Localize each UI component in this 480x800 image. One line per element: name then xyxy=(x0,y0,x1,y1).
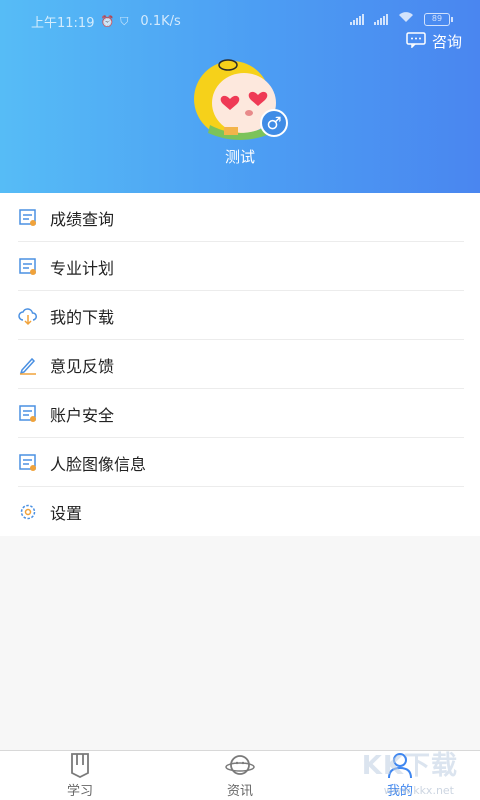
document-icon xyxy=(18,453,38,473)
network-speed: 0.1K/s xyxy=(140,14,181,29)
battery-level: 89 xyxy=(431,13,443,23)
menu-label-settings: 设置 xyxy=(50,503,83,523)
wifi-icon xyxy=(398,11,414,27)
menu-label-downloads: 我的下载 xyxy=(50,307,115,327)
user-icon xyxy=(385,751,415,779)
alarm-icon: ⏰ xyxy=(100,15,115,28)
menu-item-feedback[interactable]: 意见反馈 xyxy=(0,340,480,389)
planet-icon xyxy=(225,751,255,779)
tab-label-mine: 我的 xyxy=(386,784,413,799)
menu-label-face-image: 人脸图像信息 xyxy=(50,454,147,474)
shield-status-icon: ⛉ xyxy=(120,14,129,28)
book-icon xyxy=(65,751,95,779)
bottom-tab-bar: 学习 资讯 我的 xyxy=(0,750,480,800)
consult-button[interactable]: 咨询 xyxy=(406,31,462,52)
document-icon xyxy=(18,404,38,424)
menu-label-account-security: 账户安全 xyxy=(50,405,115,425)
cloud-download-icon xyxy=(18,306,38,326)
menu-item-major-plan[interactable]: 专业计划 xyxy=(0,242,480,291)
signal-icon-2 xyxy=(374,13,388,25)
signal-icon xyxy=(350,13,364,25)
pencil-icon xyxy=(18,355,38,375)
menu-item-account-security[interactable]: 账户安全 xyxy=(0,389,480,438)
menu-item-scores[interactable]: 成绩查询 xyxy=(0,193,480,242)
menu-item-face-image[interactable]: 人脸图像信息 xyxy=(0,438,480,487)
gear-icon xyxy=(18,502,38,522)
battery-icon: 89 xyxy=(424,12,453,26)
profile-header: 上午11:19 ⏰ ⛉ 0.1K/s 89 咨询 ♂ 测试 xyxy=(0,0,480,193)
document-icon xyxy=(18,208,38,228)
tab-mine[interactable]: 我的 xyxy=(320,751,480,800)
gender-symbol: ♂ xyxy=(266,114,281,134)
tab-label-study: 学习 xyxy=(66,784,93,799)
profile-menu: 成绩查询 专业计划 我的下载 意见反馈 账户安全 人脸图像信息 设置 xyxy=(0,193,480,536)
status-time: 上午11:19 xyxy=(31,16,95,31)
username: 测试 xyxy=(224,148,255,166)
consult-label: 咨询 xyxy=(431,33,462,51)
tab-news[interactable]: 资讯 xyxy=(160,751,320,800)
menu-item-downloads[interactable]: 我的下载 xyxy=(0,291,480,340)
tab-study[interactable]: 学习 xyxy=(0,751,160,800)
avatar[interactable]: ♂ xyxy=(192,55,288,143)
menu-label-feedback: 意见反馈 xyxy=(50,356,115,376)
menu-item-settings[interactable]: 设置 xyxy=(0,487,480,536)
chat-icon xyxy=(406,31,426,52)
menu-label-major-plan: 专业计划 xyxy=(50,258,115,278)
tab-label-news: 资讯 xyxy=(226,784,253,799)
menu-label-scores: 成绩查询 xyxy=(50,209,115,229)
document-icon xyxy=(18,257,38,277)
